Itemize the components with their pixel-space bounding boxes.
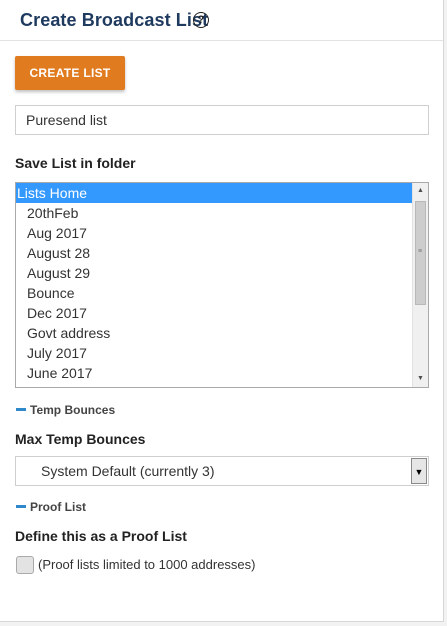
- proof-list-checkbox[interactable]: [16, 556, 34, 574]
- create-list-button[interactable]: CREATE LIST: [15, 56, 125, 90]
- collapse-toggle-icon[interactable]: [16, 505, 26, 509]
- scroll-down-arrow-icon[interactable]: ▼: [413, 371, 428, 387]
- folder-list-item[interactable]: June 2017: [16, 363, 412, 383]
- max-temp-bounces-select[interactable]: System Default (currently 3) ▼: [15, 456, 429, 486]
- folder-list-item[interactable]: Aug 2017: [16, 223, 412, 243]
- listbox-scrollbar[interactable]: ▲ ≡ ▼: [412, 183, 428, 387]
- folder-list-item[interactable]: August 28: [16, 243, 412, 263]
- scroll-thumb[interactable]: ≡: [415, 201, 426, 305]
- folder-listbox[interactable]: Lists Home 20thFeb Aug 2017 August 28 August…: [15, 182, 429, 388]
- proof-list-checkbox-label[interactable]: (Proof lists limited to 1000 addresses): [38, 557, 255, 572]
- proof-list-label: Define this as a Proof List: [15, 528, 187, 544]
- page-title: Create Broadcast List: [20, 10, 209, 30]
- folder-list-item[interactable]: Bounce: [16, 283, 412, 303]
- folder-list-item[interactable]: Govt address: [16, 323, 412, 343]
- temp-bounces-section-title: Temp Bounces: [30, 403, 116, 417]
- save-folder-label: Save List in folder: [15, 155, 136, 171]
- folder-list-item[interactable]: July 2017: [16, 343, 412, 363]
- folder-list-item[interactable]: August 29: [16, 263, 412, 283]
- folder-list-item[interactable]: 20thFeb: [16, 203, 412, 223]
- proof-list-section-header[interactable]: Proof List: [16, 500, 86, 514]
- help-icon[interactable]: ?: [193, 12, 209, 28]
- proof-list-section-title: Proof List: [30, 500, 86, 514]
- create-broadcast-list-panel: Create Broadcast List ? CREATE LIST Pure…: [0, 0, 444, 622]
- dropdown-arrow-icon[interactable]: ▼: [411, 458, 427, 484]
- scroll-up-arrow-icon[interactable]: ▲: [413, 183, 428, 199]
- temp-bounces-section-header[interactable]: Temp Bounces: [16, 403, 115, 417]
- max-temp-bounces-label: Max Temp Bounces: [15, 431, 146, 447]
- panel-header: Create Broadcast List ?: [0, 0, 443, 41]
- select-value: System Default (currently 3): [41, 463, 215, 479]
- folder-list-item[interactable]: Lists Home: [16, 183, 412, 203]
- folder-list-item[interactable]: Dec 2017: [16, 303, 412, 323]
- list-name-input[interactable]: Puresend list: [15, 105, 429, 135]
- folder-list-items: Lists Home 20thFeb Aug 2017 August 28 August…: [16, 183, 412, 383]
- collapse-toggle-icon[interactable]: [16, 408, 26, 412]
- grip-icon: ≡: [418, 248, 423, 255]
